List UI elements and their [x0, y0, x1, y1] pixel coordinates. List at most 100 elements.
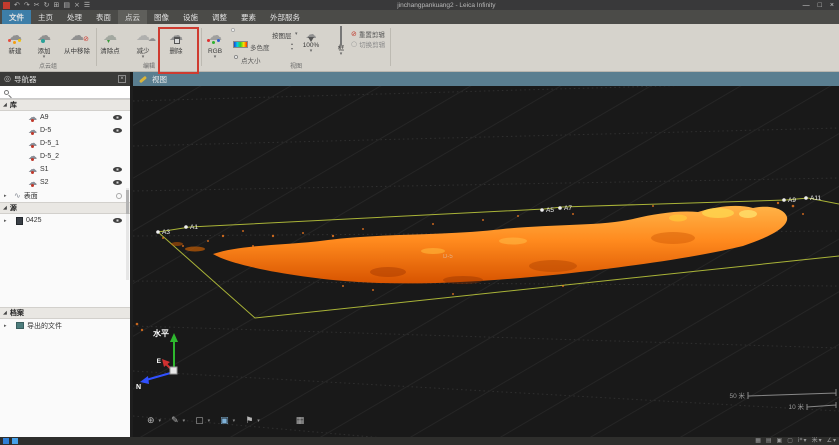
tab-pointcloud[interactable]: 点云 [118, 10, 147, 24]
tree-item-d5-1[interactable]: ☁ D-5_1 [0, 137, 130, 150]
reset-clip-icon: ⊘ [351, 30, 357, 38]
section-label: 档案 [10, 308, 24, 318]
cut-icon[interactable]: ✂ [34, 1, 40, 10]
info-dropdown[interactable]: i*▾ [798, 437, 807, 445]
add-to-pointcloud-button[interactable]: ☁ 添加 ▾ [27, 26, 61, 60]
tab-processing[interactable]: 处理 [60, 10, 89, 24]
point-size-radio[interactable] [234, 55, 238, 59]
section-label: 源 [10, 203, 17, 213]
scale-50m-label: 50 米 [729, 391, 745, 400]
multichrome-gradient-swatch[interactable] [233, 41, 248, 48]
item-name: D-5_1 [40, 140, 59, 147]
tab-adjust[interactable]: 调整 [205, 10, 234, 24]
clip-flag-icon[interactable]: ⚑ [245, 416, 253, 426]
tab-features[interactable]: 要素 [234, 10, 263, 24]
chevron-down-icon[interactable]: ▾ [257, 418, 260, 424]
save-view-icon[interactable]: ▣ [777, 437, 783, 445]
exported-files-icon [16, 322, 24, 329]
tree-item-surfaces[interactable]: ▸ ∿ 表面 [0, 189, 130, 202]
angle-dropdown[interactable]: ∠▾ [827, 437, 836, 445]
visibility-eye-icon[interactable] [113, 218, 122, 223]
tab-image[interactable]: 图像 [147, 10, 176, 24]
list-icon[interactable]: ☰ [84, 1, 90, 10]
minimize-button[interactable]: — [803, 1, 810, 10]
tree-item-d5-2[interactable]: ☁ D-5_2 [0, 150, 130, 163]
chevron-down-icon: ▾ [299, 49, 323, 54]
layout-view-icon[interactable]: ▢ [787, 437, 793, 445]
pointcloud-icon: ☁ [28, 165, 37, 175]
tab-surface[interactable]: 表面 [89, 10, 118, 24]
chevron-down-icon[interactable]: ▾ [208, 418, 211, 424]
visibility-eye-icon[interactable] [113, 167, 122, 172]
tree-item-0425[interactable]: ▸ 0425 [0, 214, 130, 227]
tree-item-s1[interactable]: ☁ S1 [0, 163, 130, 176]
taskbar-app-icon[interactable] [3, 438, 9, 444]
search-input[interactable] [12, 87, 126, 97]
maximize-button[interactable]: □ [818, 1, 822, 10]
capture-view-icon[interactable]: ▦ [755, 437, 761, 445]
tree-item-a9[interactable]: ☁ A9 [0, 111, 130, 124]
tab-infrastructure[interactable]: 设施 [176, 10, 205, 24]
button-label: 切换剪辑 [359, 39, 385, 49]
section-sources[interactable]: ◢ 源 [0, 202, 130, 214]
visibility-eye-icon[interactable] [113, 128, 122, 133]
undo-icon[interactable]: ↶ [14, 1, 20, 10]
viewport-3d-canvas[interactable]: D-5 A3 A1 A5 A7 A9 A11 [133, 86, 839, 437]
tab-file[interactable]: 文件 [2, 10, 31, 24]
visibility-eye-icon[interactable] [113, 180, 122, 185]
refresh-icon[interactable]: ↻ [44, 1, 50, 10]
clear-points-icon: ☁ ▾ [93, 26, 127, 48]
marker-label: A11 [810, 195, 821, 202]
window-title: jinchangpankuang2 - Leica Infinity [94, 2, 799, 9]
reset-clip-button[interactable]: ⊘ 重置剪辑 [351, 29, 385, 39]
rgb-color-button[interactable]: ☁ RGB ▾ [200, 26, 230, 60]
leica-infinity-window: ↶ ↷ ✂ ↻ ⊞ ▤ × ☰ jinchangpankuang2 - Leic… [0, 0, 839, 445]
tree-item-d5[interactable]: ☁ D-5 [0, 124, 130, 137]
expand-triangle-icon[interactable]: ▸ [4, 193, 7, 199]
tab-external-services[interactable]: 外部服务 [263, 10, 307, 24]
render-mode-icon[interactable]: ▣ [220, 416, 229, 426]
measure-tool-icon[interactable]: ✎ [171, 416, 179, 426]
expand-triangle-icon[interactable]: ▸ [4, 323, 7, 329]
multichrome-label[interactable]: 多色度 [250, 42, 270, 52]
dock-toggle-icon[interactable]: × [118, 75, 126, 83]
dropdown-arrow-icon: ▾ [126, 55, 160, 60]
quick-access-toolbar: ↶ ↷ ✂ ↻ ⊞ ▤ × ☰ [3, 1, 90, 10]
section-archive[interactable]: ◢ 档案 [0, 307, 130, 319]
toggle-clip-button[interactable]: ○ 切换剪辑 [351, 39, 385, 49]
copy-view-icon[interactable]: ▤ [766, 437, 772, 445]
redo-icon[interactable]: ↷ [24, 1, 30, 10]
chevron-down-icon[interactable]: ▾ [295, 31, 298, 37]
visibility-eye-icon[interactable] [113, 115, 122, 120]
units-dropdown[interactable]: 米▾ [812, 437, 822, 445]
taskbar-app-icon[interactable] [12, 438, 18, 444]
point-size-stepper[interactable]: ▴▾ [288, 41, 296, 51]
by-layer-dropdown[interactable]: 按图层 [272, 30, 292, 40]
rgb-radio[interactable] [231, 28, 235, 32]
clear-points-button[interactable]: ☁ ▾ 清除点 [93, 26, 127, 55]
chevron-down-icon[interactable]: ▾ [159, 418, 162, 424]
tab-home[interactable]: 主页 [31, 10, 60, 24]
window-icon[interactable]: ⊞ [54, 1, 60, 10]
button-label: 从中移除 [58, 48, 96, 55]
chevron-down-icon[interactable]: ▾ [183, 418, 186, 424]
chevron-down-icon[interactable]: ▾ [233, 418, 236, 424]
section-library[interactable]: ◢ 库 [0, 99, 130, 111]
grid-toggle-icon[interactable]: ▦ [296, 416, 305, 426]
clip-box-button[interactable]: 框 ▾ [331, 27, 351, 57]
reduce-points-icon: ☁ ☁ [126, 26, 160, 48]
axis-n-label: N [136, 384, 141, 391]
zoom-level-dropdown[interactable]: ☁ 100% ▾ [299, 25, 323, 54]
close-button[interactable]: × [830, 1, 834, 10]
box-icon [340, 26, 342, 45]
tree-item-exported-files[interactable]: ▸ 导出的文件 [0, 319, 130, 332]
tree-scrollbar[interactable] [126, 188, 129, 280]
tree-item-s2[interactable]: ☁ S2 [0, 176, 130, 189]
report-icon[interactable]: ▤ [63, 1, 70, 10]
view-cube-icon[interactable]: ▢ [195, 416, 204, 426]
remove-from-pointcloud-button[interactable]: ☁ ⊘ 从中移除 [58, 26, 96, 55]
delete-icon[interactable]: × [74, 1, 80, 10]
orbit-tool-icon[interactable]: ⊕ [147, 416, 155, 426]
expand-triangle-icon[interactable]: ▸ [4, 218, 7, 224]
reduce-points-button[interactable]: ☁ ☁ 减少 ▾ [126, 26, 160, 60]
